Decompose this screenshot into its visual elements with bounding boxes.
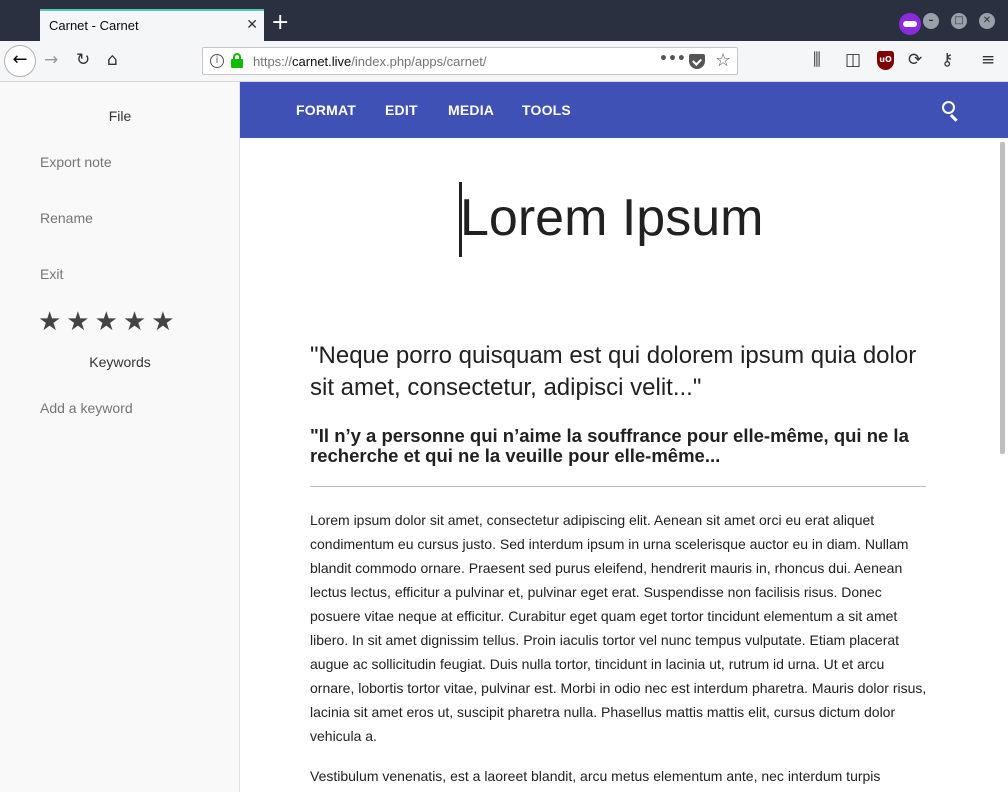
- tab-close-icon[interactable]: ✕: [246, 17, 258, 33]
- pocket-icon[interactable]: [689, 54, 705, 69]
- sidebar-icon[interactable]: ◫: [845, 50, 861, 70]
- home-icon[interactable]: ⌂: [107, 50, 118, 70]
- menu-media[interactable]: MEDIA: [448, 102, 494, 118]
- document-paragraph[interactable]: Vestibulum venenatis, est a laoreet blan…: [310, 764, 932, 788]
- back-icon[interactable]: ←: [4, 45, 36, 77]
- rating-stars[interactable]: ★★★★★: [38, 307, 180, 337]
- editor-scrollbar[interactable]: [1000, 142, 1005, 454]
- document-title[interactable]: Lorem Ipsum: [460, 188, 763, 248]
- sync-icon[interactable]: ⟳: [908, 50, 922, 70]
- url-bar[interactable]: i https://carnet.live/index.php/apps/car…: [202, 47, 738, 75]
- tab-title: Carnet - Carnet: [49, 18, 139, 33]
- private-browsing-icon: [899, 13, 921, 35]
- lock-icon[interactable]: [231, 53, 243, 68]
- document-subheading[interactable]: "Il n’y a personne qui n’aime la souffra…: [310, 426, 930, 466]
- export-note-button[interactable]: Export note: [40, 154, 112, 170]
- editor-appbar: FORMAT EDIT MEDIA TOOLS: [240, 82, 1008, 138]
- close-window-icon[interactable]: ✕: [979, 13, 995, 29]
- menu-edit[interactable]: EDIT: [385, 102, 418, 118]
- site-info-icon[interactable]: i: [210, 54, 224, 68]
- keywords-heading: Keywords: [89, 354, 151, 370]
- library-icon[interactable]: ⫼: [813, 50, 821, 70]
- menu-icon[interactable]: ≡: [981, 50, 995, 70]
- browser-titlebar: Carnet - Carnet ✕ + – □ ✕: [0, 0, 1008, 41]
- document-quote[interactable]: "Neque porro quisquam est qui dolorem ip…: [310, 340, 935, 404]
- minimize-icon[interactable]: –: [923, 13, 939, 29]
- reload-icon[interactable]: ↻: [76, 50, 90, 70]
- menu-tools[interactable]: TOOLS: [522, 102, 571, 118]
- document-paragraph[interactable]: Lorem ipsum dolor sit amet, consectetur …: [310, 508, 932, 748]
- ublock-icon[interactable]: uO: [877, 51, 894, 70]
- maximize-icon[interactable]: □: [951, 13, 967, 29]
- menu-format[interactable]: FORMAT: [296, 102, 356, 118]
- browser-tab[interactable]: Carnet - Carnet ✕: [40, 9, 264, 41]
- divider: [310, 486, 926, 487]
- url-path: /index.php/apps/carnet/: [351, 54, 487, 69]
- url-text[interactable]: https://carnet.live/index.php/apps/carne…: [253, 54, 486, 69]
- key-icon[interactable]: ⚷: [941, 50, 953, 70]
- search-icon[interactable]: [942, 101, 961, 122]
- url-domain: carnet.live: [292, 54, 352, 69]
- note-sidebar: File Export note Rename Exit ★★★★★ Keywo…: [0, 82, 240, 792]
- bookmark-star-icon[interactable]: ☆: [715, 50, 731, 71]
- rename-button[interactable]: Rename: [40, 210, 93, 226]
- forward-icon[interactable]: →: [44, 50, 58, 70]
- browser-toolbar: ← → ↻ ⌂ i https://carnet.live/index.php/…: [0, 41, 1008, 82]
- page-actions-icon[interactable]: •••: [659, 51, 686, 67]
- add-keyword-button[interactable]: Add a keyword: [40, 400, 133, 416]
- exit-button[interactable]: Exit: [40, 266, 63, 282]
- sidebar-file-heading: File: [108, 108, 132, 124]
- new-tab-icon[interactable]: +: [271, 11, 289, 35]
